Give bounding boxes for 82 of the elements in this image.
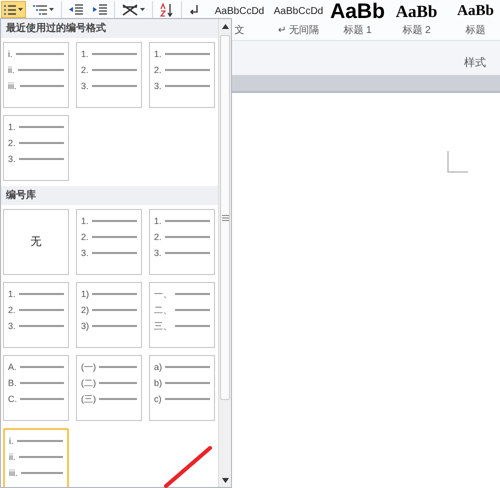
- numbering-format-card[interactable]: i. ii. iii.: [3, 428, 69, 487]
- number-marker: B.: [8, 378, 17, 388]
- number-marker: 3): [81, 322, 90, 330]
- scroll-thumb[interactable]: [220, 35, 230, 400]
- number-marker: iii.: [8, 82, 16, 90]
- number-marker: 2.: [81, 232, 89, 242]
- number-marker: 2.: [81, 66, 89, 74]
- number-marker: 1): [81, 290, 90, 298]
- number-marker: 一、: [154, 290, 172, 298]
- numbering-format-card[interactable]: 1. 2. 3.: [3, 282, 69, 348]
- number-marker: 1.: [81, 216, 89, 226]
- numbering-format-card[interactable]: A. B. C.: [3, 355, 69, 421]
- group-label: 样式: [464, 56, 486, 70]
- number-marker: c): [154, 394, 162, 404]
- section-header: 编号库: [1, 186, 218, 205]
- caret-icon: [140, 8, 145, 11]
- number-marker: A.: [8, 362, 17, 372]
- number-marker: 3.: [81, 248, 89, 258]
- style-preview[interactable]: AaBbCcDd: [214, 0, 264, 22]
- numbering-format-card[interactable]: 1. 2. 3.: [3, 115, 69, 181]
- multilevel-list-icon: [33, 4, 47, 16]
- paragraph-mark-icon: [189, 4, 199, 16]
- number-marker: (三): [81, 394, 96, 404]
- number-marker: 1.: [154, 50, 162, 58]
- number-marker: 3.: [154, 248, 162, 258]
- number-marker: b): [154, 378, 162, 388]
- number-marker: C.: [8, 394, 17, 404]
- number-marker: 三、: [154, 322, 172, 330]
- number-marker: 3.: [8, 322, 16, 330]
- section-header: 最近使用过的编号格式: [1, 19, 218, 38]
- numbering-format-card[interactable]: 1. 2. 3.: [149, 42, 215, 108]
- number-marker: 2): [81, 306, 90, 314]
- style-preview[interactable]: AaBb: [396, 0, 438, 22]
- numbering-format-card[interactable]: 1. 2. 3.: [76, 209, 142, 275]
- none-label: 无: [30, 234, 42, 250]
- style-label[interactable]: 标题 1: [343, 23, 372, 38]
- grip-icon: [222, 214, 228, 220]
- numbering-format-card[interactable]: 一、 二、 三、: [149, 282, 215, 348]
- numbering-format-card[interactable]: i. ii. iii.: [3, 42, 69, 108]
- number-marker: 2.: [8, 306, 16, 314]
- style-preview[interactable]: AaBb: [330, 0, 385, 22]
- number-marker: 1.: [154, 216, 162, 226]
- scrollbar[interactable]: [218, 19, 231, 487]
- number-marker: a): [154, 362, 162, 372]
- number-marker: (一): [81, 362, 96, 372]
- style-preview[interactable]: AaBbCcDd: [274, 0, 324, 22]
- number-marker: i.: [9, 436, 14, 446]
- number-marker: 1.: [81, 50, 89, 58]
- number-marker: 3.: [81, 82, 89, 90]
- numbering-format-card[interactable]: a) b) c): [149, 355, 215, 421]
- numbered-list-icon: [4, 4, 16, 16]
- number-marker: 2.: [154, 66, 162, 74]
- number-marker: 1.: [8, 122, 16, 132]
- caret-icon: [18, 8, 23, 11]
- numbering-format-card[interactable]: (一) (二) (三): [76, 355, 142, 421]
- style-label[interactable]: 标题: [466, 23, 486, 38]
- number-marker: 二、: [154, 306, 172, 314]
- decrease-indent-icon: [69, 4, 83, 16]
- numbering-format-card[interactable]: 无: [3, 209, 69, 275]
- numbering-format-card[interactable]: 1. 2. 3.: [149, 209, 215, 275]
- number-marker: ii.: [9, 452, 16, 462]
- style-label[interactable]: 文: [234, 23, 244, 38]
- numbering-format-card[interactable]: 1. 2. 3.: [76, 42, 142, 108]
- text-boundary-mark: [447, 151, 469, 173]
- sort-icon: [160, 2, 174, 16]
- number-marker: (二): [81, 378, 96, 388]
- number-marker: 3.: [8, 154, 16, 164]
- number-marker: 2.: [8, 138, 16, 148]
- number-marker: 1.: [8, 290, 16, 298]
- caret-icon: [49, 8, 54, 11]
- chinese-layout-icon: [122, 4, 138, 16]
- style-preview[interactable]: AaBb: [457, 0, 494, 22]
- number-marker: iii.: [9, 468, 18, 478]
- style-label[interactable]: 标题 2: [402, 23, 431, 38]
- number-marker: 3.: [154, 82, 162, 90]
- number-marker: i.: [8, 50, 12, 58]
- style-label[interactable]: ↵ 无间隔: [278, 23, 319, 38]
- increase-indent-icon: [93, 4, 107, 16]
- numbering-format-card[interactable]: 1) 2) 3): [76, 282, 142, 348]
- number-marker: 2.: [154, 232, 162, 242]
- number-marker: ii.: [8, 66, 14, 74]
- toolbar-button[interactable]: [1, 1, 26, 18]
